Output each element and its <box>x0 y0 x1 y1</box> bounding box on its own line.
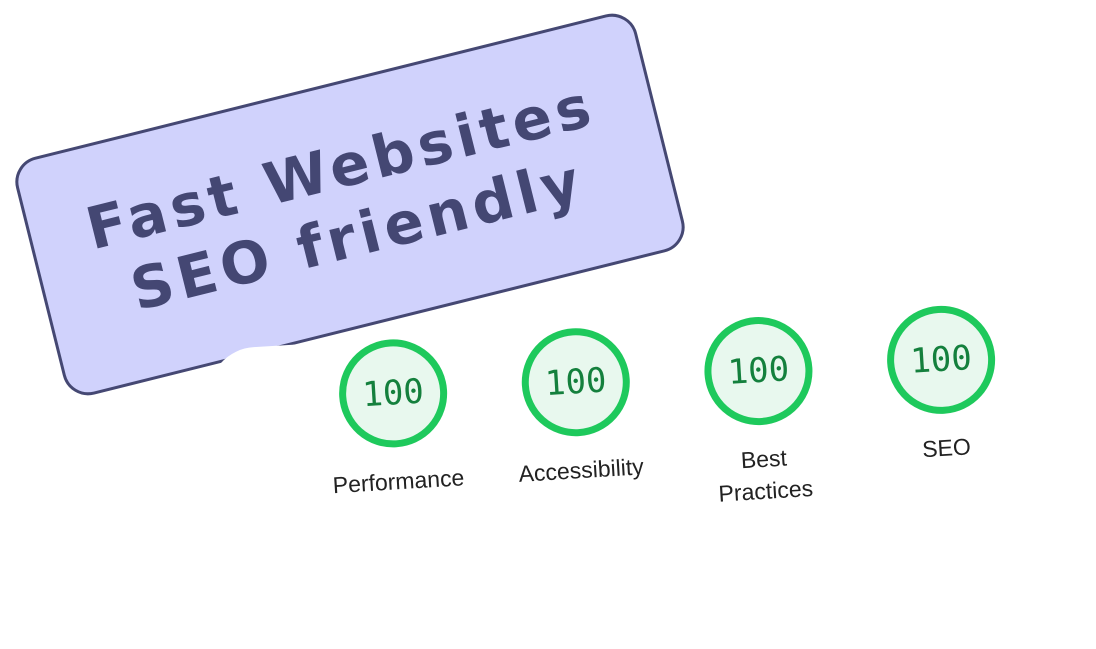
gauge-performance: 100 Performance <box>300 334 489 503</box>
gauge-label: Performance <box>331 464 465 499</box>
gauge-label: Best Practices <box>717 444 814 507</box>
score-ring: 100 <box>335 336 451 451</box>
gauge-seo: 100 SEO <box>848 300 1037 469</box>
lighthouse-scores: 100 Performance 100 Accessibility 100 Be… <box>300 302 1013 584</box>
score-ring: 100 <box>518 325 633 440</box>
gauge-best-practices: 100 Best Practices <box>665 312 856 513</box>
gauge-label: Accessibility <box>517 453 645 487</box>
score-value: 100 <box>543 360 608 405</box>
score-value: 100 <box>361 371 425 416</box>
score-ring: 100 <box>883 302 999 418</box>
score-ring: 100 <box>701 313 816 429</box>
score-value: 100 <box>909 338 973 382</box>
score-value: 100 <box>726 349 791 393</box>
gauge-accessibility: 100 Accessibility <box>483 323 672 492</box>
